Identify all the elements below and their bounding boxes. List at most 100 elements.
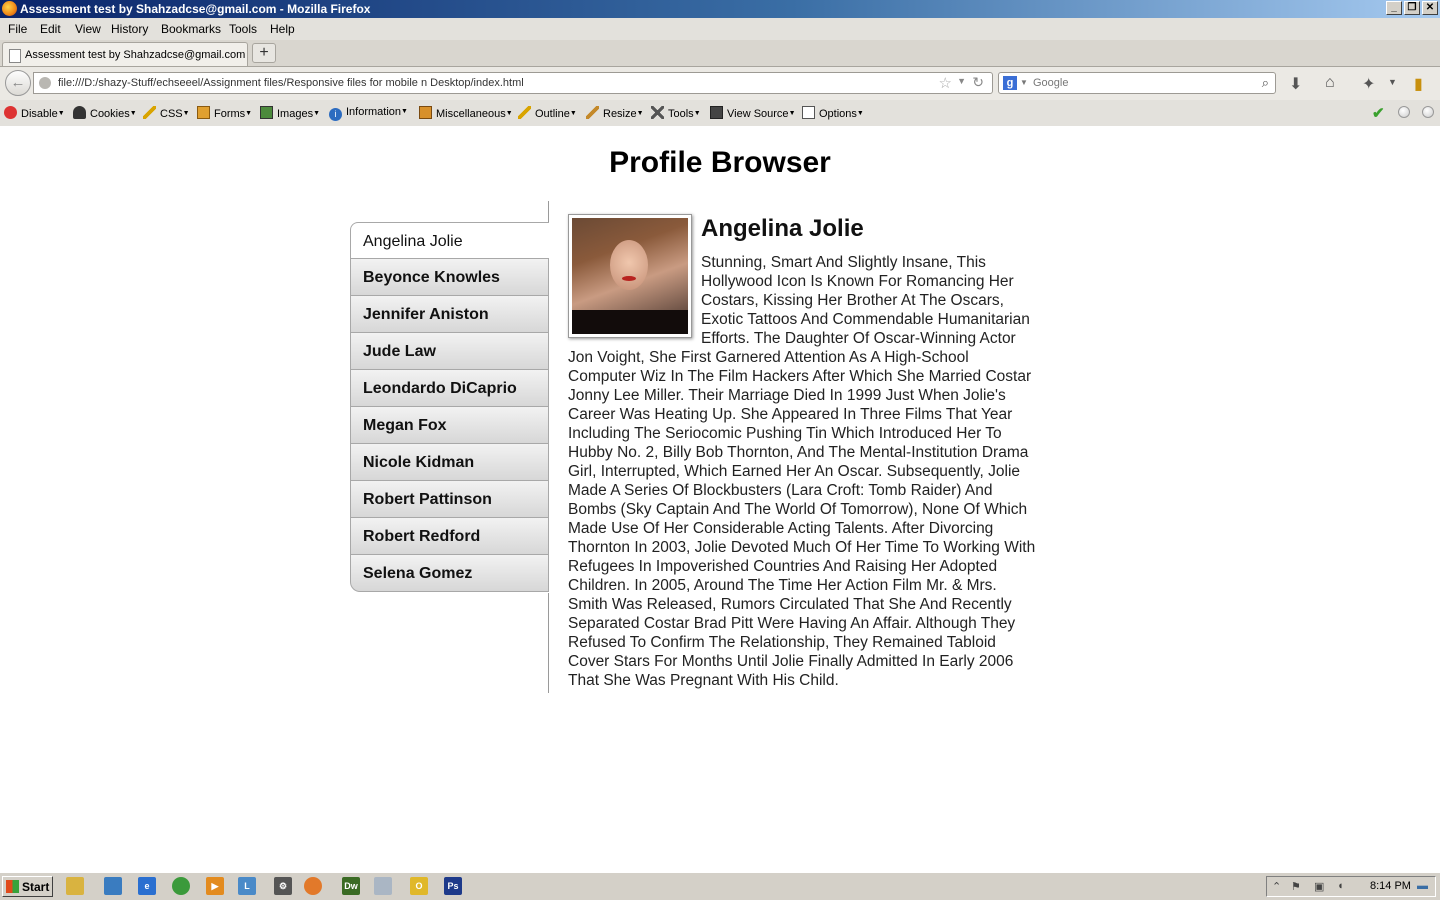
- disable-icon: [4, 106, 17, 119]
- dreamweaver-icon[interactable]: Dw: [342, 877, 360, 895]
- dev-outline-menu[interactable]: Outline▼: [518, 106, 577, 120]
- windows-logo-icon: [6, 880, 19, 893]
- profile-item[interactable]: Leondardo DiCaprio: [350, 370, 549, 407]
- validation-check-icon[interactable]: ✔: [1372, 104, 1385, 122]
- status-dot-icon[interactable]: [1422, 106, 1434, 118]
- close-window-button[interactable]: ✕: [1422, 1, 1438, 15]
- firefox-logo-icon: [2, 1, 17, 16]
- show-desktop-icon[interactable]: ▬: [1417, 880, 1428, 892]
- menu-bookmarks[interactable]: Bookmarks: [161, 22, 221, 36]
- site-identity-icon[interactable]: [39, 77, 51, 89]
- back-button[interactable]: ←: [5, 70, 31, 96]
- tools-icon: [651, 106, 664, 119]
- status-dot-icon[interactable]: [1398, 106, 1410, 118]
- dev-information-menu[interactable]: i Information▼: [329, 106, 408, 121]
- search-icon[interactable]: ⌕: [1262, 75, 1269, 91]
- sidebar-divider: [548, 593, 549, 693]
- cookies-icon: [73, 106, 86, 119]
- images-icon: [260, 106, 273, 119]
- menu-history[interactable]: History: [111, 22, 148, 36]
- search-input[interactable]: Google: [1033, 77, 1068, 89]
- forms-icon: [197, 106, 210, 119]
- dev-disable-menu[interactable]: Disable▼: [4, 106, 65, 120]
- profile-item[interactable]: Nicole Kidman: [350, 444, 549, 481]
- browser-tab[interactable]: Assessment test by Shahzadcse@gmail.com: [2, 42, 248, 66]
- dev-options-menu[interactable]: Options▼: [802, 106, 864, 120]
- bookmarks-icon[interactable]: ▮: [1414, 74, 1423, 94]
- page-title: Profile Browser: [609, 146, 831, 179]
- profile-list: Angelina Jolie Beyonce Knowles Jennifer …: [350, 222, 549, 592]
- new-tab-button[interactable]: +: [252, 43, 276, 63]
- home-icon[interactable]: ⌂: [1325, 74, 1335, 92]
- app-icon[interactable]: L: [238, 877, 256, 895]
- reload-icon[interactable]: ↻: [972, 74, 984, 91]
- profile-item[interactable]: Robert Pattinson: [350, 481, 549, 518]
- dev-tools-menu[interactable]: Tools▼: [651, 106, 701, 120]
- navigation-bar: ← file:///D:/shazy-Stuff/echseeel/Assign…: [0, 67, 1440, 100]
- desktop-icon[interactable]: [104, 877, 122, 895]
- address-bar[interactable]: file:///D:/shazy-Stuff/echseeel/Assignme…: [33, 72, 993, 94]
- window-title-bar: Assessment test by Shahzadcse@gmail.com …: [0, 0, 1440, 18]
- volume-icon[interactable]: ◖: [1337, 880, 1344, 892]
- profile-item[interactable]: Selena Gomez: [350, 555, 549, 592]
- url-history-dropdown-icon[interactable]: ▼: [957, 76, 966, 86]
- search-engine-dropdown-icon[interactable]: ▼: [1020, 78, 1028, 87]
- google-icon[interactable]: g: [1003, 76, 1017, 90]
- system-tray: ⌃ ⚑ ▣ ◖ 8:14 PM ▬: [1266, 876, 1436, 897]
- menu-tools[interactable]: Tools: [229, 22, 257, 36]
- profile-item[interactable]: Jennifer Aniston: [350, 296, 549, 333]
- window-title: Assessment test by Shahzadcse@gmail.com …: [20, 2, 371, 16]
- photoshop-icon[interactable]: Ps: [444, 877, 462, 895]
- dev-miscellaneous-menu[interactable]: Miscellaneous▼: [419, 106, 513, 120]
- settings-icon[interactable]: ⚙: [274, 877, 292, 895]
- dev-images-menu[interactable]: Images▼: [260, 106, 320, 120]
- chrome-icon[interactable]: [172, 877, 190, 895]
- resize-icon: [586, 106, 599, 119]
- web-developer-toolbar: Disable▼ Cookies▼ CSS▼ Forms▼ Images▼ iI…: [0, 100, 1440, 127]
- downloads-icon[interactable]: ⬇: [1289, 74, 1302, 94]
- bookmark-star-icon[interactable]: ☆: [939, 74, 952, 92]
- dev-cookies-menu[interactable]: Cookies▼: [73, 106, 137, 120]
- profile-item[interactable]: Megan Fox: [350, 407, 549, 444]
- url-text[interactable]: file:///D:/shazy-Stuff/echseeel/Assignme…: [58, 77, 524, 89]
- profile-item[interactable]: Jude Law: [350, 333, 549, 370]
- internet-explorer-icon[interactable]: e: [138, 877, 156, 895]
- profile-item-selected[interactable]: Angelina Jolie: [350, 222, 549, 259]
- dev-resize-menu[interactable]: Resize▼: [586, 106, 644, 120]
- sidebar-divider: [548, 201, 549, 223]
- addon-icon[interactable]: ✦: [1362, 74, 1375, 94]
- menu-file[interactable]: File: [8, 22, 27, 36]
- outline-pencil-icon: [518, 106, 531, 119]
- menu-view[interactable]: View: [75, 22, 101, 36]
- menu-help[interactable]: Help: [270, 22, 295, 36]
- dev-css-menu[interactable]: CSS▼: [143, 106, 190, 120]
- clock[interactable]: 8:14 PM: [1370, 880, 1411, 892]
- dev-view-source-menu[interactable]: View Source▼: [710, 106, 796, 120]
- back-arrow-icon: ←: [10, 74, 26, 91]
- menu-dropdown-icon[interactable]: ▼: [1388, 77, 1397, 87]
- tray-expand-icon[interactable]: ⌃: [1272, 880, 1281, 893]
- profile-content: Angelina Jolie Stunning, Smart And Sligh…: [568, 214, 1040, 690]
- action-center-flag-icon[interactable]: ⚑: [1291, 880, 1301, 893]
- notepad-icon[interactable]: [374, 877, 392, 895]
- folder-icon[interactable]: [66, 877, 84, 895]
- web-page: Profile Browser Angelina Jolie Beyonce K…: [0, 126, 1440, 871]
- profile-item[interactable]: Beyonce Knowles: [350, 259, 549, 296]
- restore-button[interactable]: ❐: [1404, 1, 1420, 15]
- search-bar[interactable]: g ▼ Google ⌕: [998, 72, 1276, 94]
- profile-photo: [568, 214, 692, 338]
- network-icon[interactable]: ▣: [1314, 880, 1324, 893]
- firefox-icon[interactable]: [304, 877, 322, 895]
- profile-item[interactable]: Robert Redford: [350, 518, 549, 555]
- taskbar: Start e ▶ L ⚙ Dw O Ps ⌃ ⚑ ▣ ◖ 8:14 PM ▬: [0, 872, 1440, 900]
- outlook-icon[interactable]: O: [410, 877, 428, 895]
- minimize-button[interactable]: _: [1386, 1, 1402, 15]
- start-button[interactable]: Start: [2, 876, 53, 897]
- dev-forms-menu[interactable]: Forms▼: [197, 106, 252, 120]
- css-pencil-icon: [143, 106, 156, 119]
- view-source-icon: [710, 106, 723, 119]
- media-player-icon[interactable]: ▶: [206, 877, 224, 895]
- menu-edit[interactable]: Edit: [40, 22, 61, 36]
- tab-strip: Assessment test by Shahzadcse@gmail.com: [0, 40, 1440, 67]
- information-icon: i: [329, 108, 342, 121]
